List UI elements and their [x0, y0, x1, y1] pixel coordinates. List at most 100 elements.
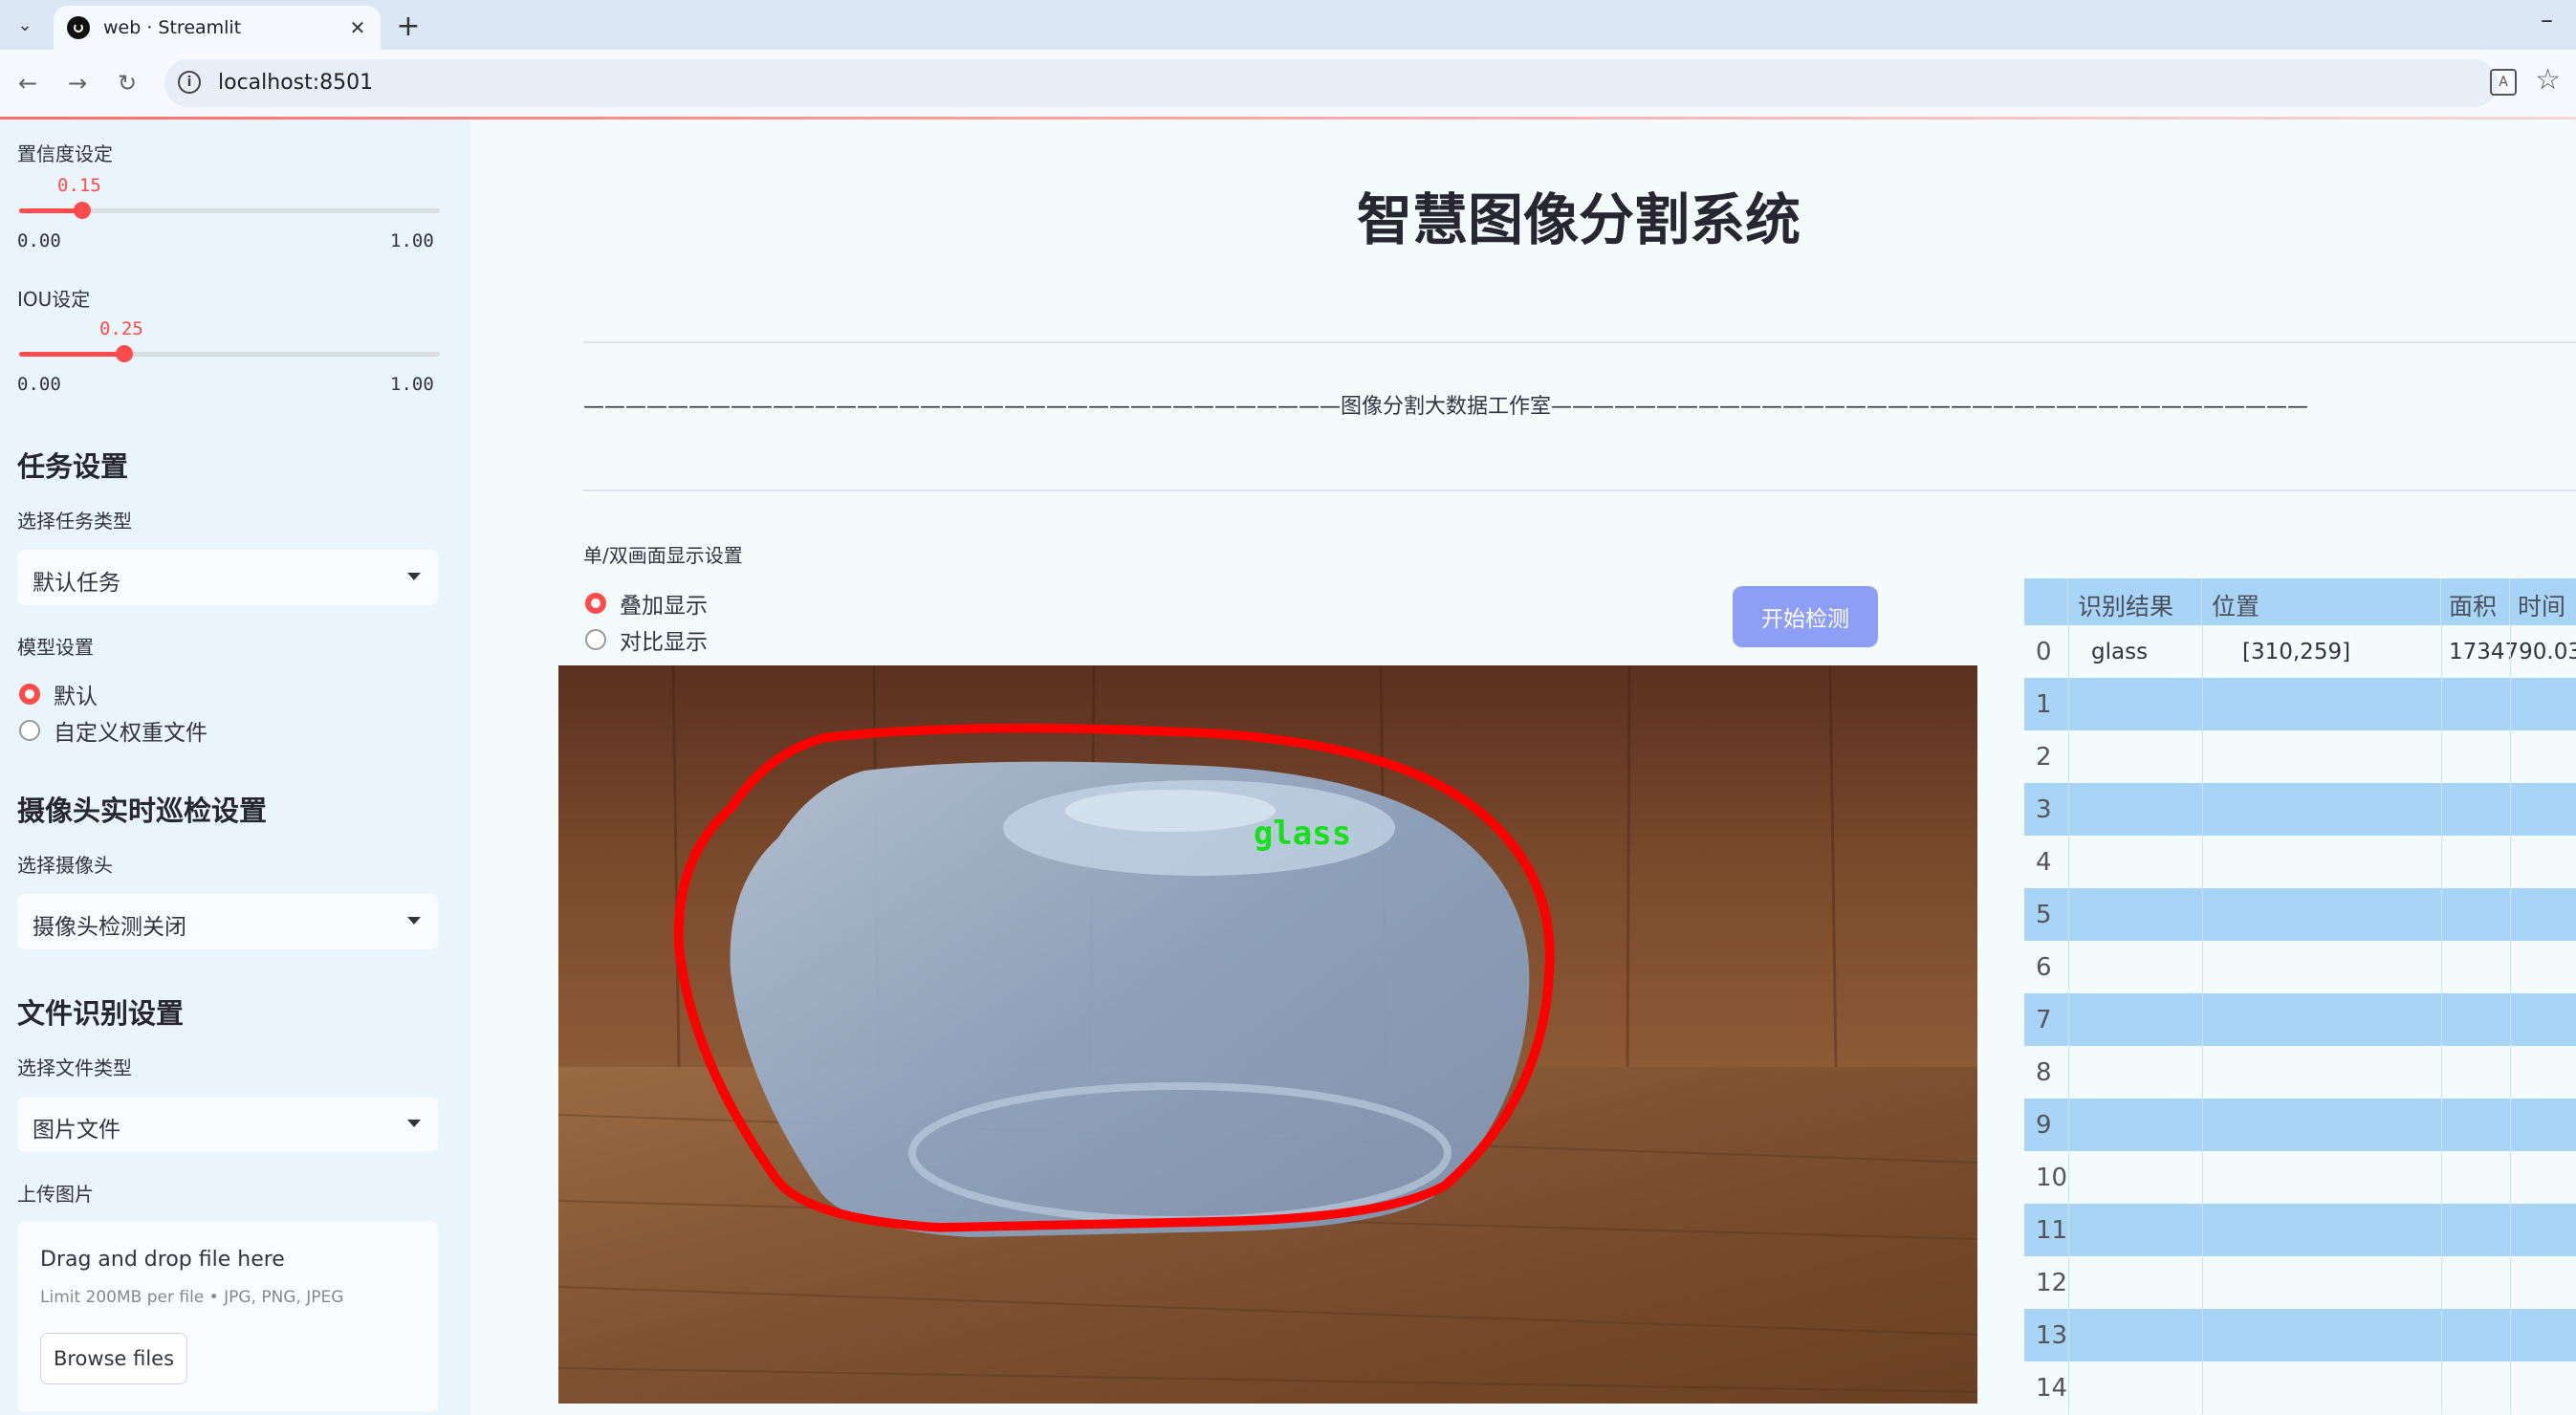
- table-cell-area: [2441, 941, 2576, 993]
- table-cell-position: [2202, 941, 2441, 993]
- display-option-overlay[interactable]: 叠加显示: [585, 587, 708, 620]
- radio-unselected-icon[interactable]: [19, 720, 40, 741]
- results-table[interactable]: 识别结果 位置 面积 时间 0 glass [310,259] 1734790.03 1…: [2024, 578, 2576, 1415]
- table-row[interactable]: 12: [2024, 1256, 2576, 1309]
- studio-banner: ————————————————————————————————————图像分割…: [583, 395, 2309, 419]
- model-option-custom[interactable]: 自定义权重文件: [19, 714, 207, 747]
- table-cell-result: [2068, 1361, 2202, 1414]
- column-separator: [2441, 1099, 2442, 1151]
- model-option-default[interactable]: 默认: [19, 678, 98, 710]
- table-cell-area: [2441, 1204, 2576, 1256]
- table-row[interactable]: 4: [2024, 836, 2576, 888]
- column-separator: [2510, 941, 2511, 993]
- address-bar[interactable]: i localhost:8501: [164, 59, 2498, 107]
- table-row[interactable]: 5: [2024, 888, 2576, 941]
- new-tab-plus-icon[interactable]: +: [392, 10, 425, 43]
- url-text[interactable]: localhost:8501: [218, 71, 373, 95]
- table-cell-area: [2441, 836, 2576, 888]
- tab-list-chevron-icon[interactable]: ⌄: [8, 8, 42, 42]
- table-cell-position: [2202, 1309, 2441, 1361]
- table-cell-area: [2441, 783, 2576, 836]
- column-separator: [2068, 1309, 2069, 1361]
- table-header-index: [2024, 578, 2068, 631]
- file-settings-heading: 文件识别设置: [17, 997, 185, 1030]
- table-header-position[interactable]: 位置: [2202, 578, 2441, 631]
- table-cell-result: [2068, 1046, 2202, 1099]
- table-cell-area: [2441, 1151, 2576, 1204]
- radio-unselected-icon[interactable]: [585, 629, 606, 650]
- table-cell-area: [2441, 1046, 2576, 1099]
- file-dropzone[interactable]: Drag and drop file here Limit 200MB per …: [17, 1221, 438, 1412]
- site-info-icon[interactable]: i: [178, 71, 201, 94]
- table-cell-index: 4: [2036, 847, 2052, 877]
- table-row[interactable]: 6: [2024, 941, 2576, 993]
- table-cell-result: [2068, 1309, 2202, 1361]
- table-cell-index: 14: [2036, 1373, 2068, 1403]
- column-separator: [2441, 993, 2442, 1046]
- table-row[interactable]: 3: [2024, 783, 2576, 836]
- column-separator: [2441, 678, 2442, 730]
- table-cell-position: [310,259]: [2242, 639, 2351, 664]
- iou-slider-thumb[interactable]: [116, 345, 133, 362]
- column-separator: [2202, 1099, 2203, 1151]
- column-separator: [2510, 625, 2511, 678]
- radio-selected-icon[interactable]: [19, 684, 40, 705]
- divider: [583, 490, 2576, 491]
- column-separator: [2441, 730, 2442, 783]
- file-type-select[interactable]: 图片文件: [17, 1097, 438, 1152]
- column-separator: [2510, 1309, 2511, 1361]
- camera-label: 选择摄像头: [17, 854, 113, 877]
- table-row[interactable]: 14: [2024, 1361, 2576, 1414]
- table-cell-index: 0: [2036, 637, 2052, 666]
- table-header-area[interactable]: 面积: [2441, 578, 2510, 631]
- column-separator: [2510, 993, 2511, 1046]
- column-separator: [2068, 783, 2069, 836]
- model-option-label: 自定义权重文件: [54, 721, 207, 746]
- display-option-compare[interactable]: 对比显示: [585, 623, 708, 656]
- column-separator: [2441, 836, 2442, 888]
- table-cell-position: [2202, 678, 2441, 730]
- confidence-slider-thumb[interactable]: [74, 202, 91, 219]
- camera-select[interactable]: 摄像头检测关闭: [17, 894, 438, 949]
- iou-slider[interactable]: [19, 345, 440, 362]
- table-cell-result: [2068, 941, 2202, 993]
- table-row[interactable]: 9: [2024, 1099, 2576, 1151]
- table-header-time[interactable]: 时间: [2510, 578, 2576, 631]
- task-type-select[interactable]: 默认任务: [17, 550, 438, 605]
- column-separator: [2202, 888, 2203, 941]
- table-row[interactable]: 0 glass [310,259] 1734790.03: [2024, 625, 2576, 678]
- table-row[interactable]: 1: [2024, 678, 2576, 730]
- display-mode-label: 单/双画面显示设置: [583, 544, 743, 567]
- reload-icon[interactable]: ↻: [109, 65, 145, 101]
- table-row[interactable]: 2: [2024, 730, 2576, 783]
- table-header-result[interactable]: 识别结果: [2068, 578, 2202, 631]
- table-row[interactable]: 13: [2024, 1309, 2576, 1361]
- column-separator: [2068, 1099, 2069, 1151]
- column-separator: [2441, 1046, 2442, 1099]
- caret-down-icon: [407, 573, 421, 580]
- browser-tab[interactable]: web · Streamlit ✕: [54, 6, 381, 50]
- lid-knob: [1065, 790, 1276, 832]
- minimize-window-icon[interactable]: –: [2541, 6, 2553, 34]
- browse-files-button[interactable]: Browse files: [40, 1333, 187, 1384]
- table-cell-position: [2202, 730, 2441, 783]
- table-row[interactable]: 7: [2024, 993, 2576, 1046]
- table-cell-result: [2068, 783, 2202, 836]
- tab-close-icon[interactable]: ✕: [344, 14, 371, 41]
- table-row[interactable]: 10: [2024, 1151, 2576, 1204]
- forward-arrow-icon[interactable]: →: [59, 65, 96, 101]
- column-separator: [2068, 836, 2069, 888]
- segmentation-canvas: glass: [558, 665, 1977, 1404]
- confidence-slider[interactable]: [19, 202, 440, 219]
- column-separator: [2068, 941, 2069, 993]
- table-cell-index: 1: [2036, 689, 2052, 719]
- start-detection-button[interactable]: 开始检测: [1733, 586, 1878, 647]
- translate-icon[interactable]: A: [2490, 69, 2517, 96]
- back-arrow-icon[interactable]: ←: [10, 65, 46, 101]
- radio-selected-icon[interactable]: [585, 593, 606, 614]
- column-separator: [2510, 678, 2511, 730]
- table-row[interactable]: 8: [2024, 1046, 2576, 1099]
- column-separator: [2202, 625, 2203, 678]
- table-row[interactable]: 11: [2024, 1204, 2576, 1256]
- bookmark-star-icon[interactable]: ☆: [2535, 63, 2561, 97]
